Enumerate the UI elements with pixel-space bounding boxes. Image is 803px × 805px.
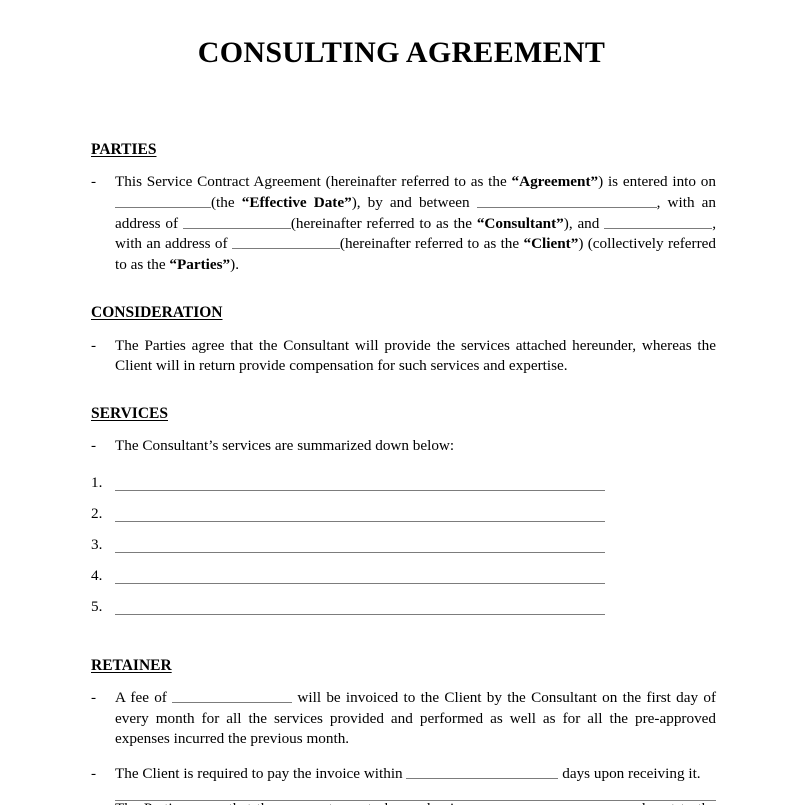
service-line-blank[interactable]	[115, 489, 605, 491]
parties-text-1: This Service Contract Agreement (hereina…	[115, 173, 512, 191]
parties-text-6: (hereinafter referred to as the	[290, 214, 477, 232]
bullet-marker: -	[91, 437, 97, 455]
parties-text-2: ) is entered into on	[598, 173, 716, 191]
list-item-number: 5.	[91, 597, 103, 615]
services-intro-bullet: - The Consultant’s services are summarize…	[91, 436, 716, 457]
bullet-marker: -	[91, 336, 97, 354]
consultant-address-blank[interactable]	[182, 214, 291, 229]
agreement-term: “Agreement”	[511, 173, 599, 191]
bullet-marker: -	[91, 799, 96, 805]
parties-text-9: (hereinafter referred to as the	[339, 235, 524, 253]
list-item-number: 4.	[91, 566, 103, 584]
retainer-invoice-text-2: days upon receiving it.	[562, 765, 701, 783]
parties-text-3: (the	[211, 193, 242, 211]
service-line-blank[interactable]	[115, 520, 605, 522]
parties-term: “Parties”	[169, 255, 231, 273]
section-heading-parties: PARTIES	[91, 141, 157, 158]
address-line-blank[interactable]	[115, 800, 716, 801]
retainer-invoice-text-1: The Client is required to pay the invoic…	[115, 765, 407, 783]
consideration-text: The Parties agree that the Consultant wi…	[115, 336, 716, 375]
consideration-bullet: - The Parties agree that the Consultant w…	[91, 336, 716, 377]
list-item: 3.	[91, 535, 716, 566]
list-item-number: 2.	[91, 504, 103, 522]
fee-amount-blank[interactable]	[172, 688, 293, 704]
page-title: CONSULTING AGREEMENT	[197, 36, 606, 69]
bullet-marker: -	[91, 765, 97, 783]
list-item: 1.	[91, 473, 716, 504]
consultant-term: “Consultant”	[476, 214, 564, 232]
client-term: “Client”	[523, 235, 579, 253]
parties-text-4: ), by and between	[351, 193, 477, 211]
section-heading-consideration: CONSIDERATION	[91, 304, 223, 322]
bullet-marker: -	[91, 689, 97, 707]
document-page: CONSULTING AGREEMENT PARTIES - This Servi…	[0, 0, 803, 805]
client-address-blank[interactable]	[231, 234, 340, 250]
service-line-blank[interactable]	[115, 551, 605, 553]
parties-text-11: ).	[230, 255, 240, 273]
parties-text-7: ), and	[563, 214, 605, 232]
retainer-invoice-bullet: - The Client is required to pay the invoi…	[91, 764, 716, 785]
effective-date-term: “Effective Date”	[241, 193, 352, 211]
client-name-blank[interactable]	[604, 214, 713, 229]
service-line-blank[interactable]	[115, 582, 605, 584]
services-list: 1. 2. 3. 4. 5.	[91, 473, 716, 628]
section-heading-retainer: RETAINER	[91, 656, 172, 674]
service-line-blank[interactable]	[115, 613, 605, 615]
document-body: PARTIES - This Service Contract Agreement…	[91, 140, 716, 805]
section-heading-services: SERVICES	[91, 404, 168, 422]
parties-bullet: - This Service Contract Agreement (herein…	[91, 172, 716, 275]
list-item: 5.	[91, 597, 716, 628]
list-item: 4.	[91, 566, 716, 597]
retainer-fee-text-1: A fee of	[115, 689, 173, 707]
list-item-number: 1.	[91, 473, 103, 491]
list-item-number: 3.	[91, 535, 103, 553]
services-intro-text: The Consultant’s services are summarized…	[115, 437, 455, 455]
effective-date-blank[interactable]	[115, 193, 211, 208]
invoice-days-blank[interactable]	[406, 764, 559, 780]
consultant-name-blank[interactable]	[476, 193, 657, 208]
retainer-fee-bullet: -A fee of will be invoiced to the Client…	[91, 688, 716, 750]
bullet-marker: -	[91, 173, 97, 191]
list-item: 2.	[91, 504, 716, 535]
